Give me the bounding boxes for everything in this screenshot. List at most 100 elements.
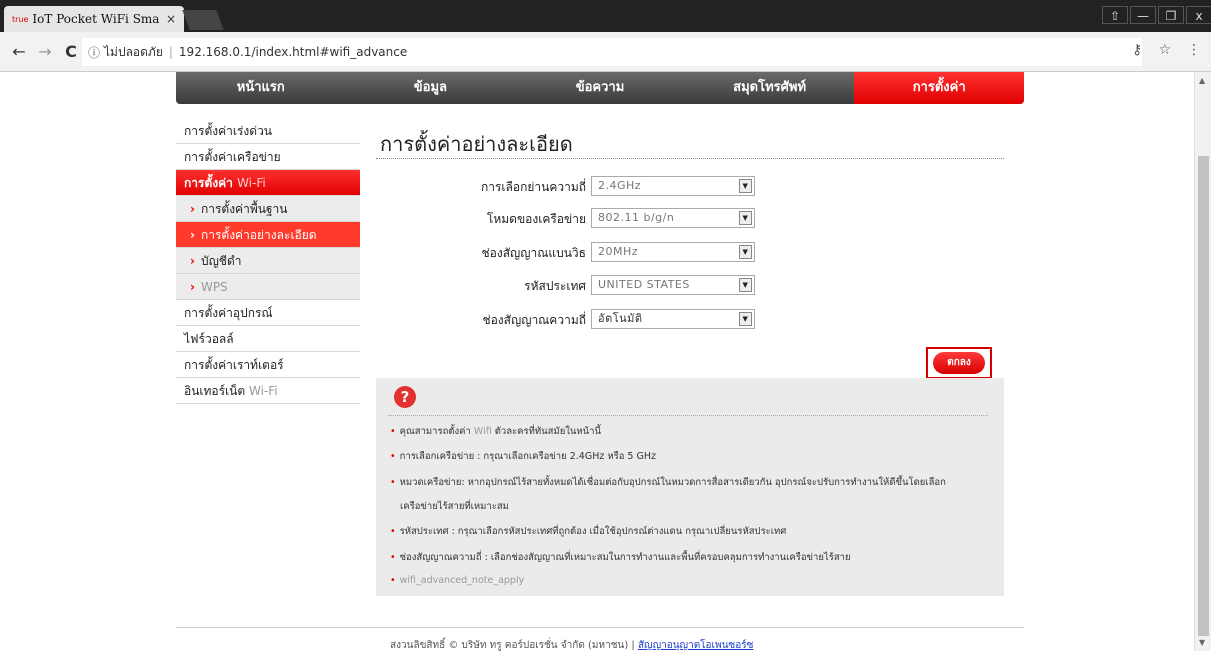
nav-settings[interactable]: การตั้งค่า <box>854 72 1024 104</box>
menu-icon[interactable]: ⋮ <box>1187 42 1201 58</box>
url-field[interactable]: ⓘ ไม่ปลอดภัย | 192.168.0.1/index.html#wi… <box>82 38 1142 66</box>
sidebar-item-firewall[interactable]: ไฟร์วอลล์ <box>176 326 360 352</box>
help-divider <box>388 415 988 416</box>
sidebar-subitem-advanced[interactable]: › การตั้งค่าอย่างละเอียด <box>176 222 360 248</box>
mode-label: โหมดของเครือข่าย <box>486 212 586 226</box>
bandwidth-row: ช่องสัญญาณแบนวิธ 20MHz ▼ <box>376 242 876 264</box>
help-item: • รหัสประเทศ : กรุณาเลือกรหัสประเทศที่ถูก… <box>390 526 787 537</box>
channel-row: ช่องสัญญาณความถี่ อัตโนมัติ ▼ <box>376 309 876 331</box>
help-item-continued: เครือข่ายไร้สายที่เหมาะสม <box>400 501 509 512</box>
sidebar-subitem-wps[interactable]: › WPS <box>176 274 360 300</box>
nav-home[interactable]: หน้าแรก <box>176 72 346 104</box>
insecure-label: ไม่ปลอดภัย <box>104 44 163 59</box>
country-select[interactable]: UNITED STATES ▼ <box>591 275 755 295</box>
bandwidth-label: ช่องสัญญาณแบนวิธ <box>481 246 586 260</box>
tab-close-icon[interactable]: × <box>166 12 176 26</box>
mode-select[interactable]: 802.11 b/g/n ▼ <box>591 208 755 228</box>
chevron-right-icon: › <box>190 228 195 242</box>
band-value: 2.4GHz <box>598 179 642 192</box>
channel-select[interactable]: อัตโนมัติ ▼ <box>591 309 755 329</box>
top-navigation: หน้าแรก ข้อมูล ข้อความ สมุดโทรศัพท์ การต… <box>176 72 1024 104</box>
browser-titlebar: true IoT Pocket WiFi Smart I × ⇧ — ❐ x <box>0 0 1211 32</box>
address-bar-actions: ⚷ ☆ ⋮ <box>1132 42 1201 58</box>
chevron-down-icon: ▼ <box>739 245 752 259</box>
chevron-down-icon: ▼ <box>739 278 752 292</box>
sidebar-item-label: อินเทอร์เน็ต <box>184 384 246 398</box>
window-controls: ⇧ — ❐ x <box>1100 6 1211 24</box>
sidebar-item-device[interactable]: การตั้งค่าอุปกรณ์ <box>176 300 360 326</box>
question-icon: ? <box>394 386 416 408</box>
sidebar-item-label-en: Wi-Fi <box>249 384 278 398</box>
sidebar: การตั้งค่าเร่งด่วน การตั้งค่าเครือข่าย ก… <box>176 118 360 404</box>
minimize-button[interactable]: — <box>1130 6 1156 24</box>
close-window-button[interactable]: x <box>1186 6 1211 24</box>
reload-icon[interactable]: C <box>60 42 82 61</box>
key-icon[interactable]: ⚷ <box>1132 42 1142 58</box>
country-label: รหัสประเทศ <box>524 279 586 293</box>
scroll-up-icon[interactable]: ▲ <box>1199 76 1205 85</box>
chevron-right-icon: › <box>190 254 195 268</box>
nav-info[interactable]: ข้อมูล <box>346 72 516 104</box>
chevron-down-icon: ▼ <box>739 312 752 326</box>
title-divider <box>376 158 1004 159</box>
help-item: • หมวดเครือข่าย: หากอุปกรณ์ไร้สายทั้งหมดไ… <box>390 477 946 488</box>
forward-icon[interactable]: → <box>34 42 56 61</box>
profile-icon[interactable]: ⇧ <box>1102 6 1128 24</box>
back-icon[interactable]: ← <box>8 42 30 61</box>
help-item: • การเลือกเครือข่าย : กรุณาเลือกเครือข่าย… <box>390 451 656 462</box>
info-icon[interactable]: ⓘ <box>88 44 100 61</box>
chevron-down-icon: ▼ <box>739 211 752 225</box>
tab-title: IoT Pocket WiFi Smart I <box>32 12 160 26</box>
scroll-down-icon[interactable]: ▼ <box>1199 638 1205 647</box>
sidebar-item-label: WPS <box>200 280 228 294</box>
sidebar-item-internet-wifi[interactable]: อินเทอร์เน็ต Wi-Fi <box>176 378 360 404</box>
sidebar-item-label: บัญชีดำ <box>200 254 242 268</box>
chevron-down-icon: ▼ <box>739 179 752 193</box>
url-text: 192.168.0.1/index.html#wifi_advance <box>178 45 408 59</box>
mode-value: 802.11 b/g/n <box>598 211 675 224</box>
country-value: UNITED STATES <box>598 278 690 291</box>
sidebar-subitem-basic[interactable]: › การตั้งค่าพื้นฐาน <box>176 196 360 222</box>
channel-label: ช่องสัญญาณความถี่ <box>482 313 586 327</box>
help-item: • wifi_advanced_note_apply <box>390 575 525 586</box>
sidebar-item-router[interactable]: การตั้งค่าเราท์เตอร์ <box>176 352 360 378</box>
nav-messages[interactable]: ข้อความ <box>515 72 685 104</box>
sidebar-subitem-blacklist[interactable]: › บัญชีดำ <box>176 248 360 274</box>
help-panel: ? • คุณสามารถตั้งค่า Wifi ตัวละครที่ทันสม… <box>376 378 1004 596</box>
scroll-thumb[interactable] <box>1198 156 1209 636</box>
bandwidth-select[interactable]: 20MHz ▼ <box>591 242 755 262</box>
browser-tab[interactable]: true IoT Pocket WiFi Smart I × <box>4 6 184 32</box>
help-item: • ช่องสัญญาณความถี่ : เลือกช่องสัญญาณที่เ… <box>390 552 851 563</box>
band-row: การเลือกย่านความถี่ 2.4GHz ▼ <box>376 176 876 198</box>
new-tab-button[interactable] <box>182 10 224 30</box>
maximize-button[interactable]: ❐ <box>1158 6 1184 24</box>
sidebar-item-quick-setup[interactable]: การตั้งค่าเร่งด่วน <box>176 118 360 144</box>
help-item: • คุณสามารถตั้งค่า Wifi ตัวละครที่ทันสมัย… <box>390 426 601 437</box>
page-title: การตั้งค่าอย่างละเอียด <box>380 132 573 156</box>
sidebar-item-wifi[interactable]: การตั้งค่า Wi-Fi <box>176 170 360 196</box>
url-separator: | <box>168 45 173 59</box>
chevron-right-icon: › <box>190 202 195 216</box>
country-row: รหัสประเทศ UNITED STATES ▼ <box>376 275 876 297</box>
footer: สงวนลิขสิทธิ์ © บริษัท ทรู คอร์ปอเรชั่น … <box>390 638 753 651</box>
band-label: การเลือกย่านความถี่ <box>480 180 586 194</box>
sidebar-item-label: การตั้งค่าอย่างละเอียด <box>200 228 317 242</box>
band-select[interactable]: 2.4GHz ▼ <box>591 176 755 196</box>
page-content: หน้าแรก ข้อมูล ข้อความ สมุดโทรศัพท์ การต… <box>0 72 1194 651</box>
mode-row: โหมดของเครือข่าย 802.11 b/g/n ▼ <box>376 208 876 230</box>
copyright-text: สงวนลิขสิทธิ์ © บริษัท ทรู คอร์ปอเรชั่น … <box>390 640 635 651</box>
footer-divider <box>176 627 1024 628</box>
true-logo-icon: true <box>12 14 29 24</box>
sidebar-item-label: การตั้งค่า <box>184 176 233 190</box>
sidebar-item-network[interactable]: การตั้งค่าเครือข่าย <box>176 144 360 170</box>
bandwidth-value: 20MHz <box>598 245 639 258</box>
nav-phonebook[interactable]: สมุดโทรศัพท์ <box>685 72 855 104</box>
license-link[interactable]: สัญญาอนุญาตโอเพนซอร์ซ <box>638 640 753 651</box>
star-icon[interactable]: ☆ <box>1158 42 1171 58</box>
address-bar: ← → C ⓘ ไม่ปลอดภัย | 192.168.0.1/index.h… <box>0 32 1211 72</box>
sidebar-item-label: การตั้งค่าพื้นฐาน <box>200 202 288 216</box>
ok-button[interactable]: ตกลง <box>933 352 985 374</box>
channel-value: อัตโนมัติ <box>598 312 643 325</box>
page-scrollbar[interactable]: ▲ ▼ <box>1194 72 1211 651</box>
sidebar-item-label-en: Wi-Fi <box>237 176 266 190</box>
